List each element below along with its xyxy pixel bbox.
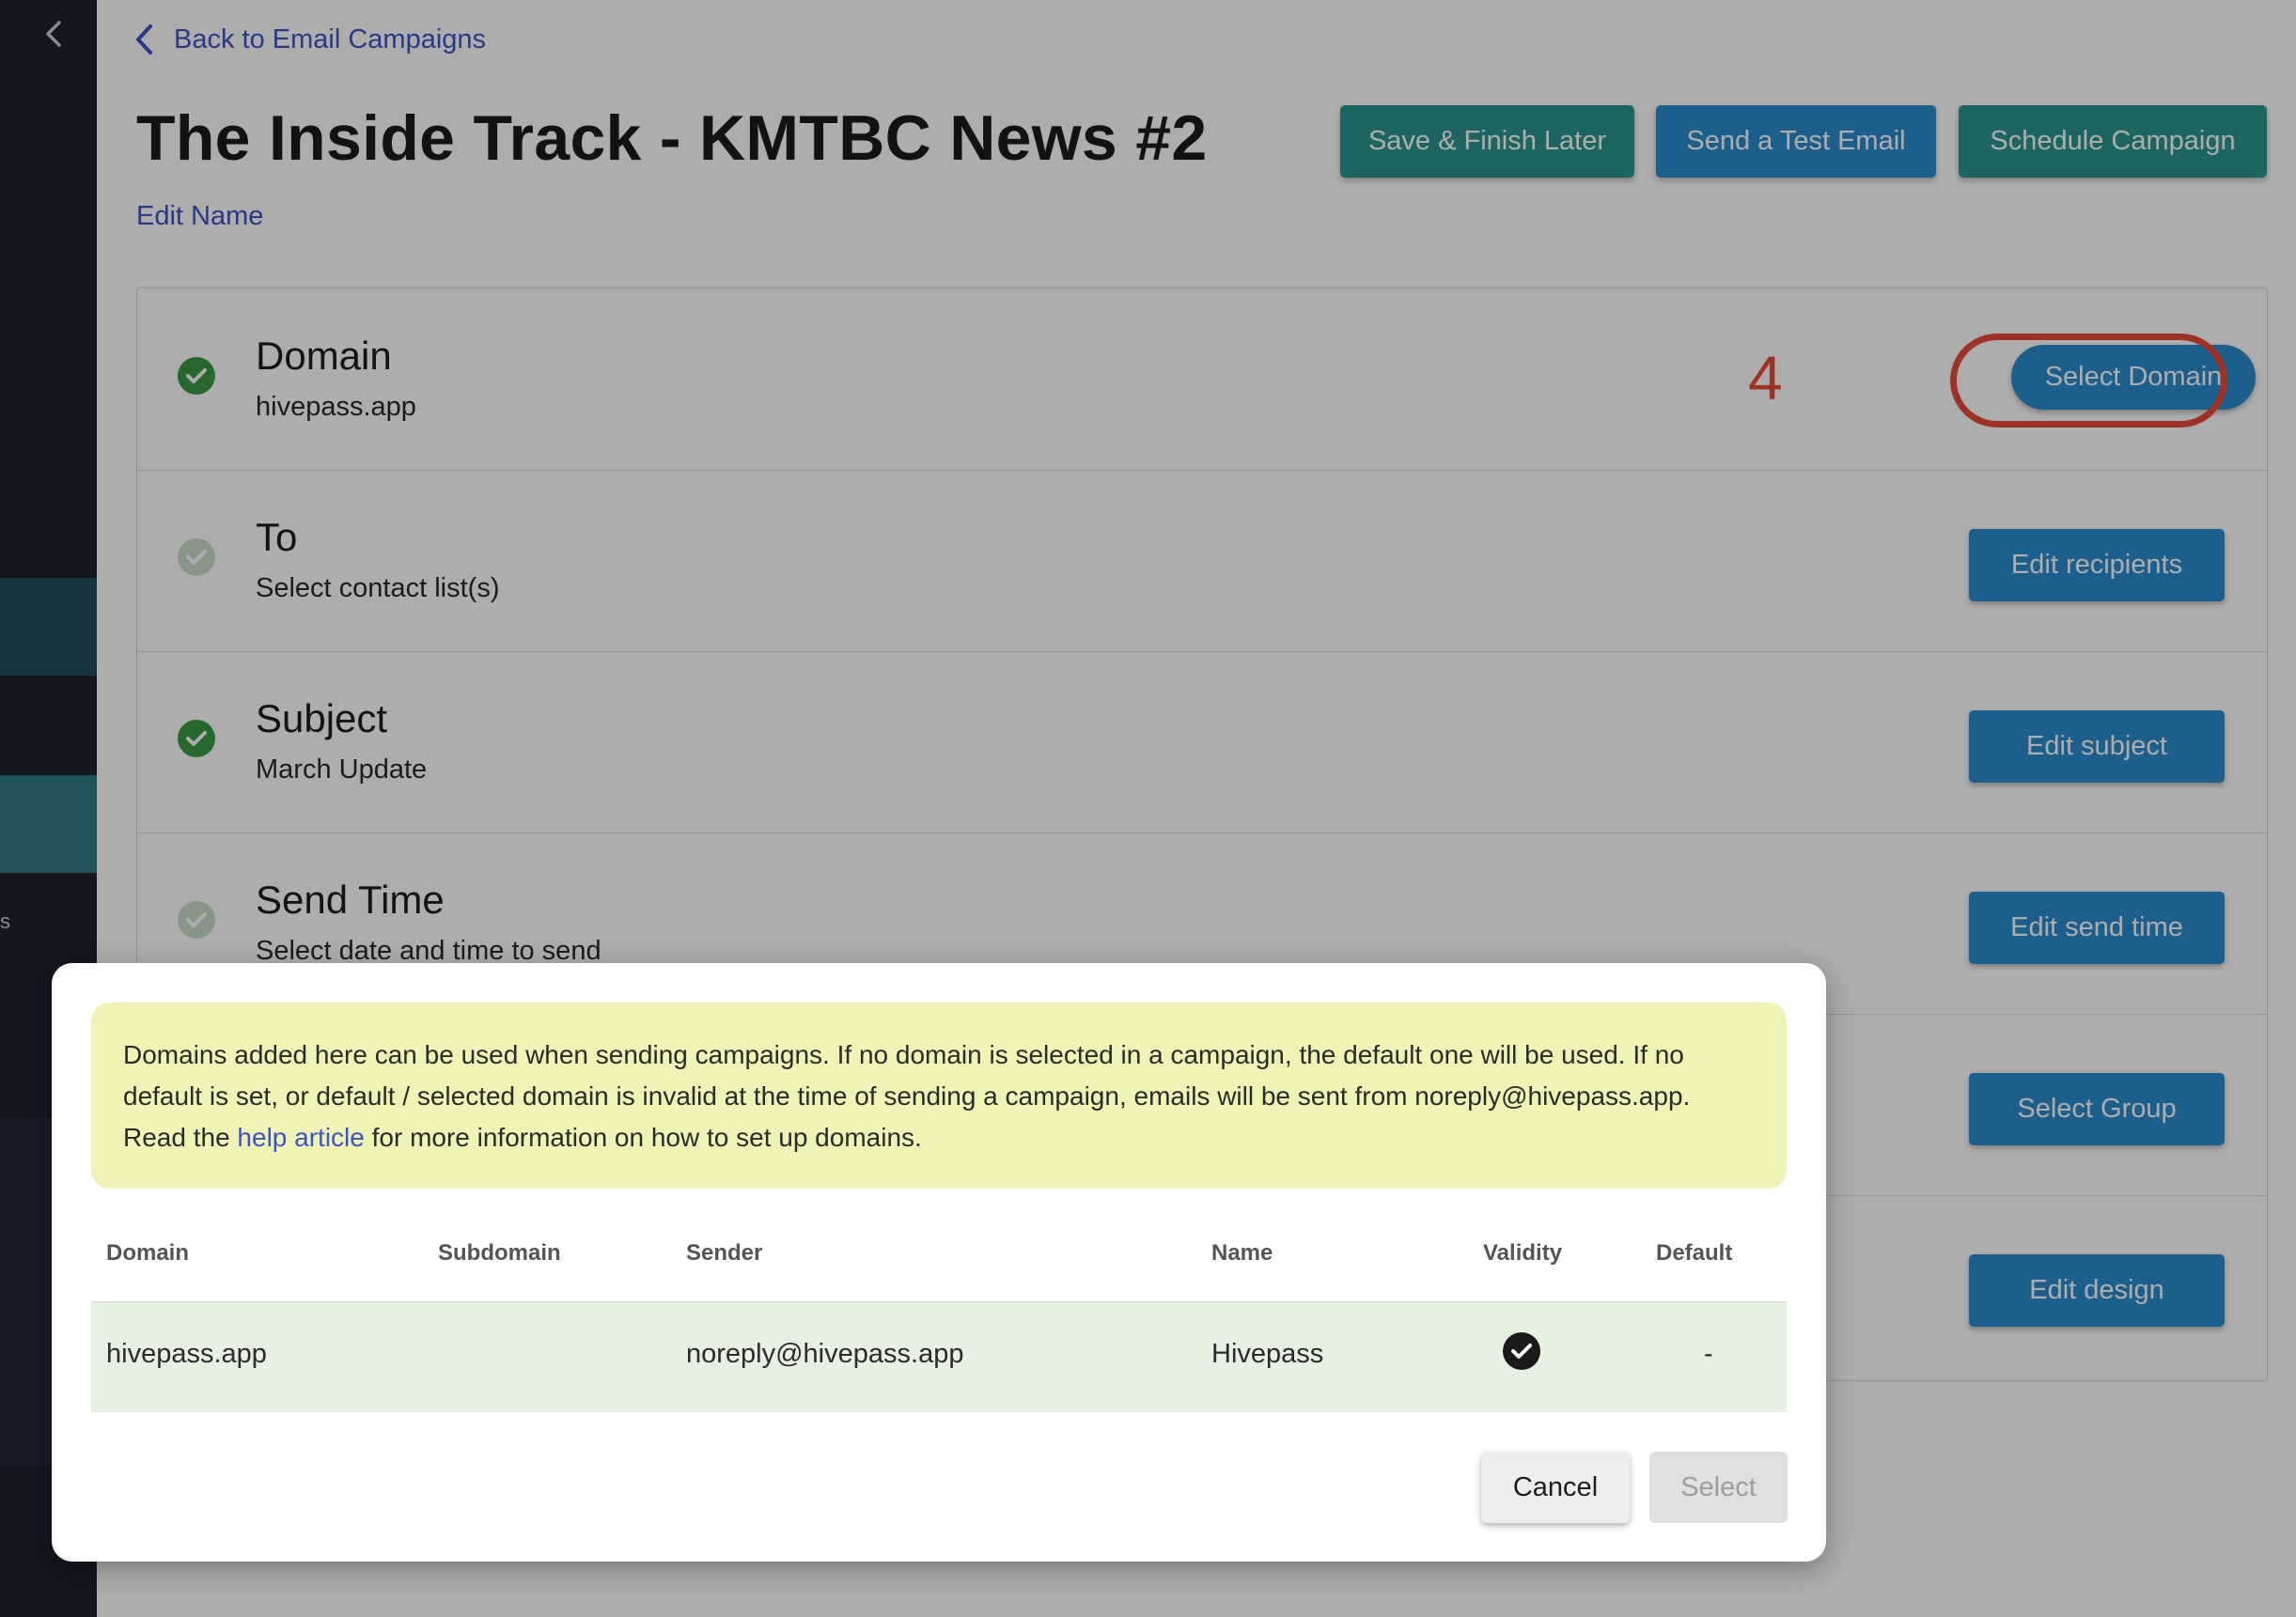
- cell-domain: hivepass.app: [106, 1339, 267, 1369]
- notice-text-tail: for more information on how to set up do…: [364, 1123, 922, 1152]
- cell-name: Hivepass: [1211, 1339, 1324, 1369]
- cell-sender: noreply@hivepass.app: [686, 1339, 964, 1369]
- help-article-link[interactable]: help article: [237, 1123, 364, 1152]
- cancel-button[interactable]: Cancel: [1481, 1452, 1630, 1523]
- column-header-sender: Sender: [686, 1240, 763, 1266]
- select-button[interactable]: Select: [1649, 1452, 1788, 1523]
- column-header-name: Name: [1211, 1240, 1273, 1266]
- valid-check-icon: [1503, 1332, 1540, 1370]
- column-header-validity: Validity: [1483, 1240, 1563, 1266]
- column-header-domain: Domain: [106, 1240, 190, 1266]
- column-header-default: Default: [1656, 1240, 1733, 1266]
- cell-default: -: [1704, 1339, 1713, 1369]
- column-header-subdomain: Subdomain: [438, 1240, 561, 1266]
- domain-info-notice: Domains added here can be used when send…: [91, 1003, 1787, 1189]
